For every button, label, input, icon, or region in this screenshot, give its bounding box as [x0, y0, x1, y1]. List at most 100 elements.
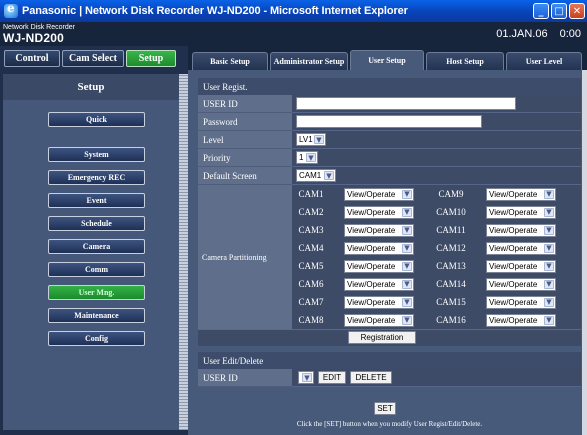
chevron-down-icon[interactable]: ▼: [402, 189, 412, 199]
chevron-down-icon[interactable]: ▼: [402, 243, 412, 253]
user-edit-value-cell: ▼ EDIT DELETE: [292, 369, 581, 387]
chevron-down-icon[interactable]: ▼: [544, 225, 554, 235]
camera-permission-select[interactable]: View/Operate ▼: [344, 241, 414, 255]
chevron-down-icon[interactable]: ▼: [314, 135, 324, 144]
date-text: 01.JAN.06: [496, 28, 548, 40]
sidebar-item-quick[interactable]: Quick: [48, 112, 145, 127]
camera-permission-select[interactable]: View/Operate ▼: [344, 277, 414, 291]
default-screen-selected-value: CAM1: [299, 171, 322, 180]
chevron-down-icon[interactable]: ▼: [402, 279, 412, 289]
camera-name: CAM5: [298, 261, 324, 271]
sidebar-item-comm[interactable]: Comm: [48, 262, 145, 277]
window-title: Panasonic | Network Disk Recorder WJ-ND2…: [22, 5, 408, 17]
camera-name: CAM16: [436, 315, 466, 325]
camera-permission-select[interactable]: View/Operate ▼: [486, 241, 556, 255]
tab-user-setup[interactable]: User Setup: [350, 50, 424, 70]
password-value-cell: [292, 113, 581, 131]
camera-permission-select[interactable]: View/Operate ▼: [344, 187, 414, 201]
tab-basic-setup[interactable]: Basic Setup: [192, 52, 268, 70]
sidebar-item-maintenance[interactable]: Maintenance: [48, 308, 145, 323]
sidebar-item-schedule[interactable]: Schedule: [48, 216, 145, 231]
user-edit-row: USER ID ▼ EDIT DELETE: [198, 369, 581, 387]
default-screen-row: Default Screen CAM1 ▼: [198, 167, 581, 185]
password-row: Password: [198, 113, 581, 131]
chevron-down-icon[interactable]: ▼: [544, 261, 554, 271]
camera-permission-value: View/Operate: [347, 261, 396, 271]
user-edit-id-select[interactable]: ▼: [298, 371, 314, 384]
camera-row: CAM13 View/Operate ▼: [432, 257, 556, 275]
sidebar-item-system[interactable]: System: [48, 147, 145, 162]
minimize-icon[interactable]: _: [533, 3, 549, 19]
camera-permission-select[interactable]: View/Operate ▼: [344, 259, 414, 273]
camera-permission-select[interactable]: View/Operate ▼: [344, 295, 414, 309]
tab-cam-select[interactable]: Cam Select: [62, 50, 124, 67]
chevron-down-icon[interactable]: ▼: [306, 153, 316, 162]
tab-setup[interactable]: Setup: [126, 50, 176, 67]
camera-permission-select[interactable]: View/Operate ▼: [486, 259, 556, 273]
chevron-down-icon[interactable]: ▼: [402, 225, 412, 235]
level-row: Level LV1 ▼: [198, 131, 581, 149]
tab-user-level[interactable]: User Level: [506, 52, 582, 70]
chevron-down-icon[interactable]: ▼: [544, 207, 554, 217]
chevron-down-icon[interactable]: ▼: [402, 315, 412, 325]
tab-host-setup[interactable]: Host Setup: [426, 52, 504, 70]
password-input[interactable]: [296, 115, 482, 128]
chevron-down-icon[interactable]: ▼: [544, 279, 554, 289]
content-scrollbar[interactable]: [582, 70, 587, 435]
user-id-input[interactable]: [296, 97, 516, 110]
delete-button[interactable]: DELETE: [350, 371, 392, 384]
level-select[interactable]: LV1 ▼: [296, 133, 326, 146]
user-edit-heading: User Edit/Delete: [198, 352, 581, 369]
camera-row: CAM15 View/Operate ▼: [432, 293, 556, 311]
camera-permission-select[interactable]: View/Operate ▼: [486, 187, 556, 201]
chevron-down-icon[interactable]: ▼: [544, 315, 554, 325]
camera-permission-select[interactable]: View/Operate ▼: [486, 223, 556, 237]
camera-permission-select[interactable]: View/Operate ▼: [344, 223, 414, 237]
camera-permission-value: View/Operate: [489, 279, 538, 289]
set-button[interactable]: SET: [374, 402, 396, 415]
camera-permission-value: View/Operate: [489, 315, 538, 325]
sidebar-item-config[interactable]: Config: [48, 331, 145, 346]
camera-name: CAM11: [436, 225, 466, 235]
close-icon[interactable]: ✕: [569, 3, 585, 19]
sidebar-item-camera[interactable]: Camera: [48, 239, 145, 254]
priority-select[interactable]: 1 ▼: [296, 151, 318, 164]
registration-button[interactable]: Registration: [348, 331, 416, 344]
window-controls: _ □ ✕: [533, 3, 585, 19]
chevron-down-icon[interactable]: ▼: [302, 373, 312, 382]
camera-permission-select[interactable]: View/Operate ▼: [344, 205, 414, 219]
edit-button[interactable]: EDIT: [318, 371, 346, 384]
camera-name: CAM13: [436, 261, 466, 271]
default-screen-value-cell: CAM1 ▼: [292, 167, 581, 185]
sidebar-splitter[interactable]: [179, 74, 188, 430]
window-titlebar: Panasonic | Network Disk Recorder WJ-ND2…: [0, 0, 587, 22]
tab-control[interactable]: Control: [4, 50, 60, 67]
sidebar-item-user-mng[interactable]: User Mng.: [48, 285, 145, 300]
camera-permission-value: View/Operate: [489, 243, 538, 253]
sidebar-item-event[interactable]: Event: [48, 193, 145, 208]
camera-permission-select[interactable]: View/Operate ▼: [486, 277, 556, 291]
chevron-down-icon[interactable]: ▼: [544, 243, 554, 253]
chevron-down-icon[interactable]: ▼: [544, 189, 554, 199]
camera-partitioning-label: Camera Partitioning: [198, 185, 292, 329]
sidebar-item-emergency-rec[interactable]: Emergency REC: [48, 170, 145, 185]
camera-partitioning-grid: CAM1 View/Operate ▼ CAM2 View/Operate ▼ CAM3…: [292, 185, 581, 329]
ie-icon: [4, 1, 18, 18]
camera-permission-select[interactable]: View/Operate ▼: [344, 313, 414, 327]
mode-tabs: Control Cam Select Setup: [0, 46, 188, 70]
camera-permission-select[interactable]: View/Operate ▼: [486, 313, 556, 327]
tab-administrator-setup[interactable]: Administrator Setup: [270, 52, 348, 70]
setup-sidebar: Setup Quick System Emergency REC Event S…: [0, 70, 188, 435]
chevron-down-icon[interactable]: ▼: [324, 171, 334, 180]
chevron-down-icon[interactable]: ▼: [402, 207, 412, 217]
priority-selected-value: 1: [299, 153, 304, 162]
default-screen-select[interactable]: CAM1 ▼: [296, 169, 336, 182]
camera-permission-select[interactable]: View/Operate ▼: [486, 295, 556, 309]
maximize-icon[interactable]: □: [551, 3, 567, 19]
user-edit-id-label: USER ID: [198, 369, 292, 387]
camera-permission-select[interactable]: View/Operate ▼: [486, 205, 556, 219]
setup-tabs: Basic Setup Administrator Setup User Set…: [188, 50, 587, 70]
chevron-down-icon[interactable]: ▼: [402, 261, 412, 271]
chevron-down-icon[interactable]: ▼: [544, 297, 554, 307]
chevron-down-icon[interactable]: ▼: [402, 297, 412, 307]
